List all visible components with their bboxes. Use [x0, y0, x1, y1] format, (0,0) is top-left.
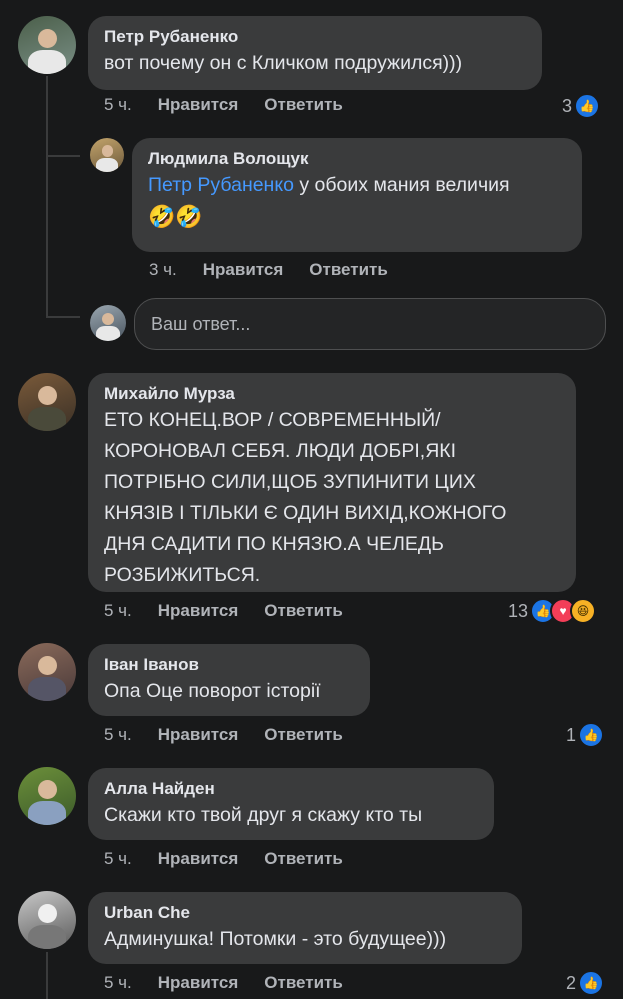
reaction-count: 13	[508, 600, 529, 621]
reply-button[interactable]: Ответить	[264, 601, 343, 621]
comment-time[interactable]: 3 ч.	[149, 260, 177, 280]
comment-text: Петр Рубаненко у обоих мания величия	[148, 170, 566, 201]
reaction-summary[interactable]: 3 👍	[562, 93, 601, 119]
avatar[interactable]	[90, 138, 124, 172]
comment-text: Опа Оце поворот історії	[104, 680, 321, 702]
reaction-summary[interactable]: 2 👍	[566, 970, 605, 996]
comment-meta: 5 ч. Нравится Ответить	[104, 601, 343, 621]
like-button[interactable]: Нравится	[158, 725, 239, 745]
like-button[interactable]: Нравится	[158, 849, 239, 869]
avatar[interactable]	[18, 891, 76, 949]
like-button[interactable]: Нравится	[158, 95, 239, 115]
reply-button[interactable]: Ответить	[309, 260, 388, 280]
like-icon: 👍	[574, 93, 601, 119]
comment-author[interactable]: Алла Найден	[104, 778, 478, 800]
comment-time[interactable]: 5 ч.	[104, 95, 132, 115]
comment-meta: 5 ч. Нравится Ответить	[104, 95, 343, 115]
thread-line-branch	[46, 316, 80, 318]
comment-meta: 3 ч. Нравится Ответить	[149, 260, 388, 280]
comment-bubble: Михайло Мурза ЕТО КОНЕЦ.ВОР / СОВРЕМЕННЫ…	[88, 373, 576, 592]
comment-meta: 5 ч. Нравится Ответить	[104, 973, 343, 993]
comment-time[interactable]: 5 ч.	[104, 725, 132, 745]
comment-text: Скажи кто твой друг я скажу кто ты	[104, 804, 423, 826]
comment-text: вот почему он с Кличком подружился)))	[104, 52, 463, 74]
thread-line-branch	[46, 155, 80, 157]
reaction-count: 3	[562, 95, 573, 116]
comment-bubble: Алла Найден Скажи кто твой друг я скажу …	[88, 768, 494, 840]
mention-link[interactable]: Петр Рубаненко	[148, 174, 294, 196]
comment-author[interactable]: Іван Іванов	[104, 654, 354, 676]
like-icon: 👍	[578, 970, 605, 996]
reply-button[interactable]: Ответить	[264, 849, 343, 869]
avatar[interactable]	[18, 643, 76, 701]
comment-text-rest: у обоих мания величия	[293, 174, 510, 196]
comment-emoji: 🤣🤣	[148, 204, 203, 229]
thread-line	[46, 76, 48, 316]
comment-time[interactable]: 5 ч.	[104, 973, 132, 993]
comment-time[interactable]: 5 ч.	[104, 849, 132, 869]
comment-author[interactable]: Urban Che	[104, 902, 506, 924]
comment-author[interactable]: Людмила Волощук	[148, 148, 566, 170]
comment-bubble: Іван Іванов Опа Оце поворот історії	[88, 644, 370, 716]
comment-text: Админушка! Потомки - это будущее)))	[104, 928, 447, 950]
reply-bubble: Людмила Волощук Петр Рубаненко у обоих м…	[132, 138, 582, 252]
comment-time[interactable]: 5 ч.	[104, 601, 132, 621]
reaction-summary[interactable]: 13 👍 ♥ 😆	[508, 598, 597, 624]
reply-input[interactable]: Ваш ответ...	[134, 298, 606, 350]
avatar[interactable]	[18, 373, 76, 431]
comment-author[interactable]: Петр Рубаненко	[104, 26, 526, 48]
reaction-summary[interactable]: 1 👍	[566, 722, 605, 748]
reply-button[interactable]: Ответить	[264, 725, 343, 745]
like-icon: 👍	[578, 722, 605, 748]
comment-text: ЕТО КОНЕЦ.ВОР / СОВРЕМЕННЫЙ/ КОРОНОВАЛ С…	[104, 409, 507, 586]
reaction-count: 1	[566, 724, 577, 745]
like-button[interactable]: Нравится	[203, 260, 284, 280]
reply-button[interactable]: Ответить	[264, 973, 343, 993]
like-button[interactable]: Нравится	[158, 973, 239, 993]
comment-meta: 5 ч. Нравится Ответить	[104, 849, 343, 869]
reaction-count: 2	[566, 972, 577, 993]
current-user-avatar	[90, 305, 126, 341]
haha-icon: 😆	[570, 598, 597, 624]
avatar[interactable]	[18, 767, 76, 825]
reply-button[interactable]: Ответить	[264, 95, 343, 115]
comment-meta: 5 ч. Нравится Ответить	[104, 725, 343, 745]
like-button[interactable]: Нравится	[158, 601, 239, 621]
comment-bubble: Urban Che Админушка! Потомки - это будущ…	[88, 892, 522, 964]
thread-line	[46, 952, 48, 999]
comment-bubble: Петр Рубаненко вот почему он с Кличком п…	[88, 16, 542, 90]
avatar[interactable]	[18, 16, 76, 74]
comment-author[interactable]: Михайло Мурза	[104, 383, 560, 405]
reply-input-placeholder: Ваш ответ...	[151, 313, 251, 334]
